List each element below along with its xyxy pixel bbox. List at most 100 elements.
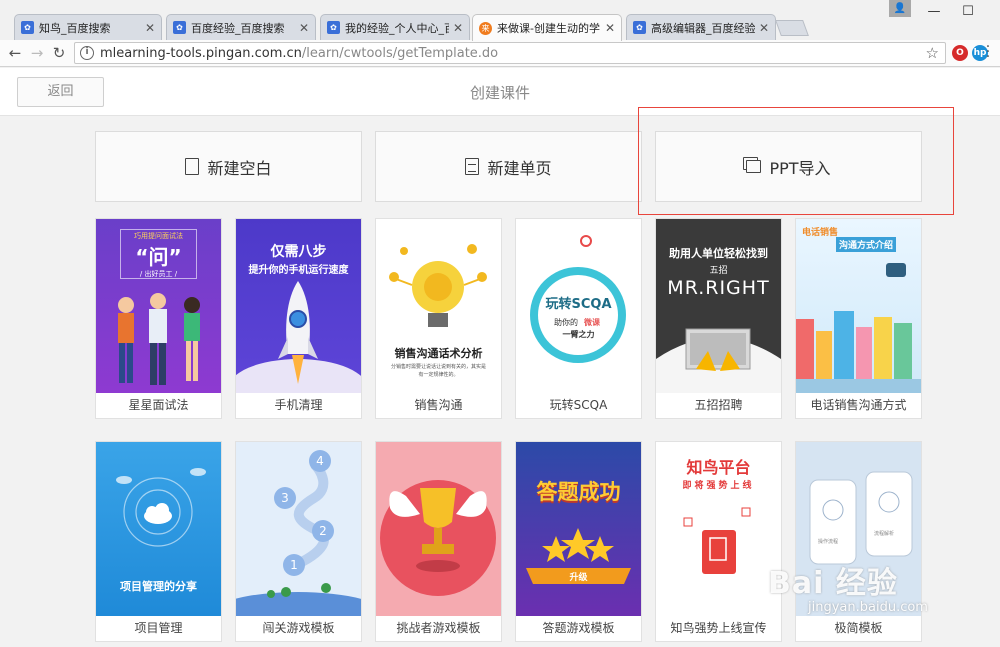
template-card[interactable]: 电话销售 沟通方式介绍 电话销售沟通方式	[795, 218, 922, 419]
phone-illustration	[683, 507, 751, 574]
baidu-paw-icon: ✿	[173, 21, 186, 34]
baidu-watermark: Bai 经验	[768, 566, 898, 601]
close-icon[interactable]: ✕	[299, 21, 309, 35]
profile-icon[interactable]: 👤	[889, 0, 911, 17]
trophy-illustration	[380, 480, 496, 596]
opera-extension-icon[interactable]: O	[952, 45, 968, 61]
thumb-text: 一臂之力	[562, 330, 595, 339]
close-icon[interactable]: ✕	[759, 21, 769, 35]
thumb-text: 销售沟通话术分析	[394, 347, 483, 360]
thumb-text: 有一定规律性的。	[418, 372, 459, 378]
tab-title: 百度经验_百度搜索	[191, 21, 285, 35]
action-label: PPT导入	[769, 158, 831, 178]
browser-tab[interactable]: ✿ 知鸟_百度搜索 ✕	[14, 14, 162, 40]
template-thumbnail: 仅需八步 提升你的手机运行速度	[236, 219, 361, 393]
template-thumbnail: 答题成功 升级	[516, 442, 641, 616]
single-page-icon	[465, 158, 480, 175]
template-thumbnail: 玩转SCQA 助你的 微课 一臂之力	[516, 219, 641, 393]
template-label: 挑战者游戏模板	[396, 621, 481, 635]
browser-tab[interactable]: ✿ 百度经验_百度搜索 ✕	[166, 14, 316, 40]
new-blank-button[interactable]: 新建空白	[95, 131, 362, 202]
template-thumbnail: 4 3 2 1	[236, 442, 361, 616]
tab-title: 知鸟_百度搜索	[39, 21, 111, 35]
thumb-text: 流程解析	[874, 531, 895, 537]
address-bar[interactable]: i mlearning-tools.pingan.com.cn/learn/cw…	[74, 42, 946, 64]
template-label: 闯关游戏模板	[262, 621, 335, 635]
thumb-text: 助你的	[554, 318, 578, 327]
template-thumbnail: 销售沟通话术分析 分销售时需要让说话让说到有关的，其实是 有一定规律性的。	[376, 219, 501, 393]
template-thumbnail: 巧用提问面试法 “问” / 出好员工 /	[96, 219, 221, 393]
browser-tab[interactable]: ✿ 我的经验_个人中心_百度 ✕	[320, 14, 470, 40]
rocket-illustration	[236, 281, 361, 393]
close-icon[interactable]: ✕	[605, 21, 615, 35]
page-title: 创建课件	[469, 84, 530, 102]
level-node: 3	[274, 487, 296, 509]
bookmark-star-icon[interactable]: ☆	[926, 44, 939, 62]
template-thumbnail: 电话销售 沟通方式介绍	[796, 219, 921, 393]
laptop-illustration	[656, 328, 781, 393]
blank-page-icon	[185, 158, 200, 175]
template-thumbnail	[376, 442, 501, 616]
city-illustration	[796, 263, 921, 393]
template-thumbnail: 助用人单位轻松找到 五招 MR.RIGHT	[656, 219, 781, 393]
url-path: /learn/cwtools/getTemplate.do	[301, 45, 499, 61]
laizuoke-icon: 来	[479, 21, 492, 35]
template-card[interactable]: 玩转SCQA 助你的 微课 一臂之力 玩转SCQA	[515, 218, 642, 419]
browser-tab[interactable]: ✿ 高级编辑器_百度经验 ✕	[626, 14, 776, 40]
maximize-icon[interactable]: ☐	[958, 4, 978, 19]
url-host: mlearning-tools.pingan.com.cn	[100, 45, 302, 61]
action-label: 新建空白	[207, 158, 272, 178]
back-arrow-icon[interactable]: ←	[6, 44, 24, 62]
close-icon[interactable]: ✕	[453, 21, 463, 35]
page-header: 返回 创建课件	[0, 68, 1000, 116]
browser-tab-strip: ✿ 知鸟_百度搜索 ✕ ✿ 百度经验_百度搜索 ✕ ✿ 我的经验_个人中心_百度…	[0, 0, 1000, 41]
forward-arrow-icon[interactable]: →	[28, 44, 46, 62]
people-illustration	[118, 293, 200, 385]
template-card[interactable]: 销售沟通话术分析 分销售时需要让说话让说到有关的，其实是 有一定规律性的。 销售…	[375, 218, 502, 419]
ppt-import-button[interactable]: PPT导入	[655, 131, 922, 202]
thumb-text: 升级	[569, 573, 588, 583]
browser-toolbar: ← → ↻ i mlearning-tools.pingan.com.cn/le…	[0, 40, 1000, 67]
browser-tab-active[interactable]: 来 来做课-创建生动的学习 ✕	[472, 14, 622, 41]
baidu-paw-icon: ✿	[21, 21, 34, 34]
template-card[interactable]: 巧用提问面试法 “问” / 出好员工 / 星星面试法	[95, 218, 222, 419]
template-label: 项目管理	[134, 621, 183, 635]
close-icon[interactable]: ✕	[145, 21, 155, 35]
baidu-paw-icon: ✿	[327, 21, 340, 34]
template-label: 销售沟通	[414, 398, 463, 412]
tab-title: 我的经验_个人中心_百度	[345, 21, 449, 35]
menu-icon[interactable]: · · ·	[984, 40, 992, 64]
tab-title: 来做课-创建生动的学习	[497, 22, 601, 35]
action-label: 新建单页	[487, 158, 552, 178]
template-label: 极简模板	[834, 621, 883, 635]
template-label: 电话销售沟通方式	[810, 398, 907, 412]
template-label: 星星面试法	[128, 398, 189, 412]
minimize-icon[interactable]: —	[924, 4, 944, 19]
info-icon[interactable]: i	[80, 46, 94, 60]
ppt-import-icon	[746, 160, 762, 173]
template-card[interactable]: 答题成功 升级 答题游戏模板	[515, 441, 642, 642]
level-node: 2	[312, 520, 334, 542]
template-card[interactable]: 项目管理的分享 项目管理	[95, 441, 222, 642]
new-tab-button[interactable]	[775, 20, 809, 36]
thumb-text: 操作流程	[818, 539, 839, 545]
template-label: 知鸟强势上线宣传	[670, 621, 767, 635]
level-path-illustration	[236, 460, 361, 616]
template-card[interactable]: 助用人单位轻松找到 五招 MR.RIGHT 五招招聘	[655, 218, 782, 419]
template-card[interactable]: 知鸟平台 即将强势上线 知鸟强势上线宣传	[655, 441, 782, 642]
template-card[interactable]: 4 3 2 1 闯关游戏模板	[235, 441, 362, 642]
baidu-paw-icon: ✿	[633, 21, 646, 34]
template-label: 答题游戏模板	[542, 621, 615, 635]
baidu-watermark-url: jingyan.baidu.com	[808, 600, 928, 615]
stars-ribbon-illustration	[526, 528, 631, 584]
reload-icon[interactable]: ↻	[50, 44, 68, 62]
template-label: 玩转SCQA	[549, 398, 608, 412]
template-card[interactable]: 挑战者游戏模板	[375, 441, 502, 642]
level-node: 1	[283, 554, 305, 576]
template-card[interactable]: 仅需八步 提升你的手机运行速度 手机清理	[235, 218, 362, 419]
thumb-text: 微课	[584, 318, 600, 327]
thumb-text: 项目管理的分享	[120, 580, 197, 593]
new-single-page-button[interactable]: 新建单页	[375, 131, 642, 202]
thumb-text: 玩转SCQA	[545, 297, 612, 312]
template-thumbnail: 知鸟平台 即将强势上线	[656, 442, 781, 616]
